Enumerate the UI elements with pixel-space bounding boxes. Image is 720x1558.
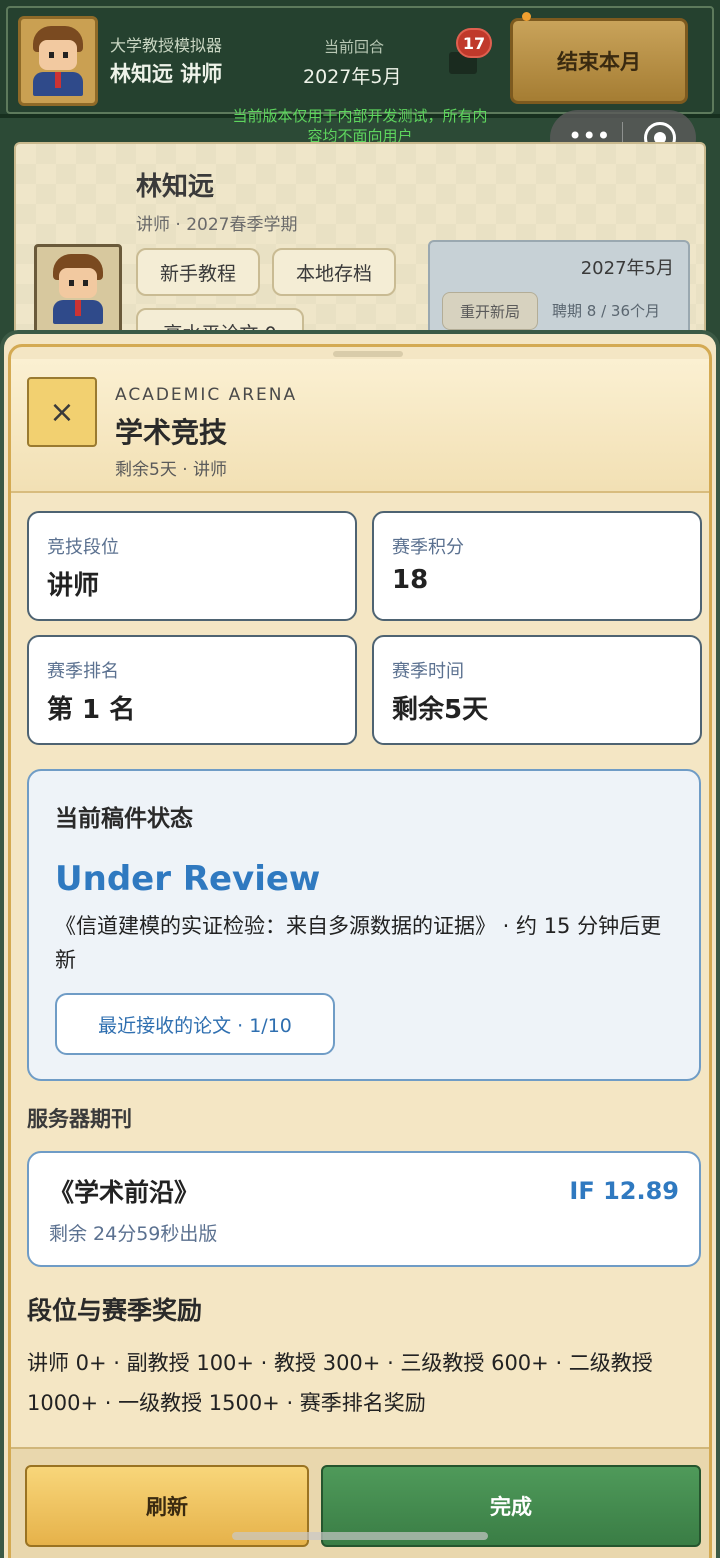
arena-title: 学术竞技	[115, 416, 228, 449]
tutorial-button[interactable]: 新手教程	[136, 248, 260, 296]
stat-label: 赛季积分	[392, 537, 464, 558]
stat-value: 讲师	[47, 571, 100, 601]
close-sheet-button[interactable]: ×	[27, 377, 97, 447]
player-avatar[interactable]	[18, 16, 98, 106]
stat-value: 剩余5天	[392, 695, 489, 725]
term-info: 聘期 8 / 36个月	[552, 302, 660, 320]
game-header: 大学教授模拟器 林知远 讲师 当前回合 2027年5月 17 结束本月	[0, 0, 720, 118]
rewards-title: 段位与赛季奖励	[27, 1296, 203, 1325]
round-label: 当前回合	[324, 38, 385, 56]
end-month-button[interactable]: 结束本月	[510, 18, 688, 104]
profile-avatar	[34, 244, 122, 334]
stat-season-time: 赛季时间 剩余5天	[372, 635, 702, 745]
profile-card: 林知远 讲师 · 2027春季学期 新手教程 本地存档 高水平论文 0 2027…	[14, 142, 706, 356]
recent-accepted-papers-button[interactable]: 最近接收的论文 · 1/10	[55, 993, 335, 1055]
stat-label: 竞技段位	[47, 537, 119, 558]
stat-value: 第 1 名	[47, 695, 136, 725]
arena-title-en: ACADEMIC ARENA	[115, 385, 298, 405]
mail-count-badge: 17	[456, 28, 492, 58]
sheet-panel: × ACADEMIC ARENA 学术竞技 剩余5天 · 讲师 竞技段位 讲师 …	[8, 344, 712, 1558]
round-value: 2027年5月	[303, 66, 402, 88]
local-save-button[interactable]: 本地存档	[272, 248, 396, 296]
arena-subtitle: 剩余5天 · 讲师	[115, 460, 228, 480]
home-indicator	[232, 1532, 488, 1540]
stat-season-ranking: 赛季排名 第 1 名	[27, 635, 357, 745]
game-title: 大学教授模拟器	[110, 36, 223, 55]
notification-dot	[522, 12, 531, 21]
restart-button[interactable]: 重开新局	[442, 292, 538, 330]
sheet-grabber[interactable]	[333, 351, 403, 357]
profile-subtitle: 讲师 · 2027春季学期	[136, 215, 298, 235]
stat-rank-tier: 竞技段位 讲师	[27, 511, 357, 621]
status-description: 《信道建模的实证检验：来自多源数据的证据》 · 约 15 分钟后更新	[55, 914, 662, 972]
rewards-text: 讲师 0+ · 副教授 100+ · 教授 300+ · 三级教授 600+ ·…	[27, 1351, 653, 1415]
stat-label: 赛季时间	[392, 661, 464, 682]
arena-sheet: × ACADEMIC ARENA 学术竞技 剩余5天 · 讲师 竞技段位 讲师 …	[0, 330, 720, 1558]
status-state: Under Review	[55, 859, 321, 899]
term-box: 2027年5月 重开新局 聘期 8 / 36个月	[428, 240, 690, 340]
term-date: 2027年5月	[580, 258, 674, 279]
sheet-header: × ACADEMIC ARENA 学术竞技 剩余5天 · 讲师	[11, 359, 709, 493]
impact-factor: IF 12.89	[569, 1177, 679, 1205]
player-name-title: 林知远 讲师	[110, 62, 223, 86]
status-title: 当前稿件状态	[55, 806, 193, 832]
stat-label: 赛季排名	[47, 661, 119, 682]
sheet-footer: 刷新 完成	[11, 1447, 709, 1558]
publish-countdown: 剩余 24分59秒出版	[49, 1223, 218, 1245]
profile-name: 林知远	[136, 172, 215, 202]
journal-name: 《学术前沿》	[49, 1178, 200, 1207]
manuscript-status-card: 当前稿件状态 Under Review 《信道建模的实证检验：来自多源数据的证据…	[27, 769, 701, 1081]
stat-season-points: 赛季积分 18	[372, 511, 702, 621]
dev-notice: 当前版本仅用于内部开发测试，所有内容均不面向用户	[232, 107, 488, 145]
journal-section-label: 服务器期刊	[27, 1107, 132, 1131]
stat-value: 18	[392, 565, 429, 595]
journal-card[interactable]: 《学术前沿》 IF 12.89 剩余 24分59秒出版	[27, 1151, 701, 1267]
avatar-image	[29, 26, 87, 96]
